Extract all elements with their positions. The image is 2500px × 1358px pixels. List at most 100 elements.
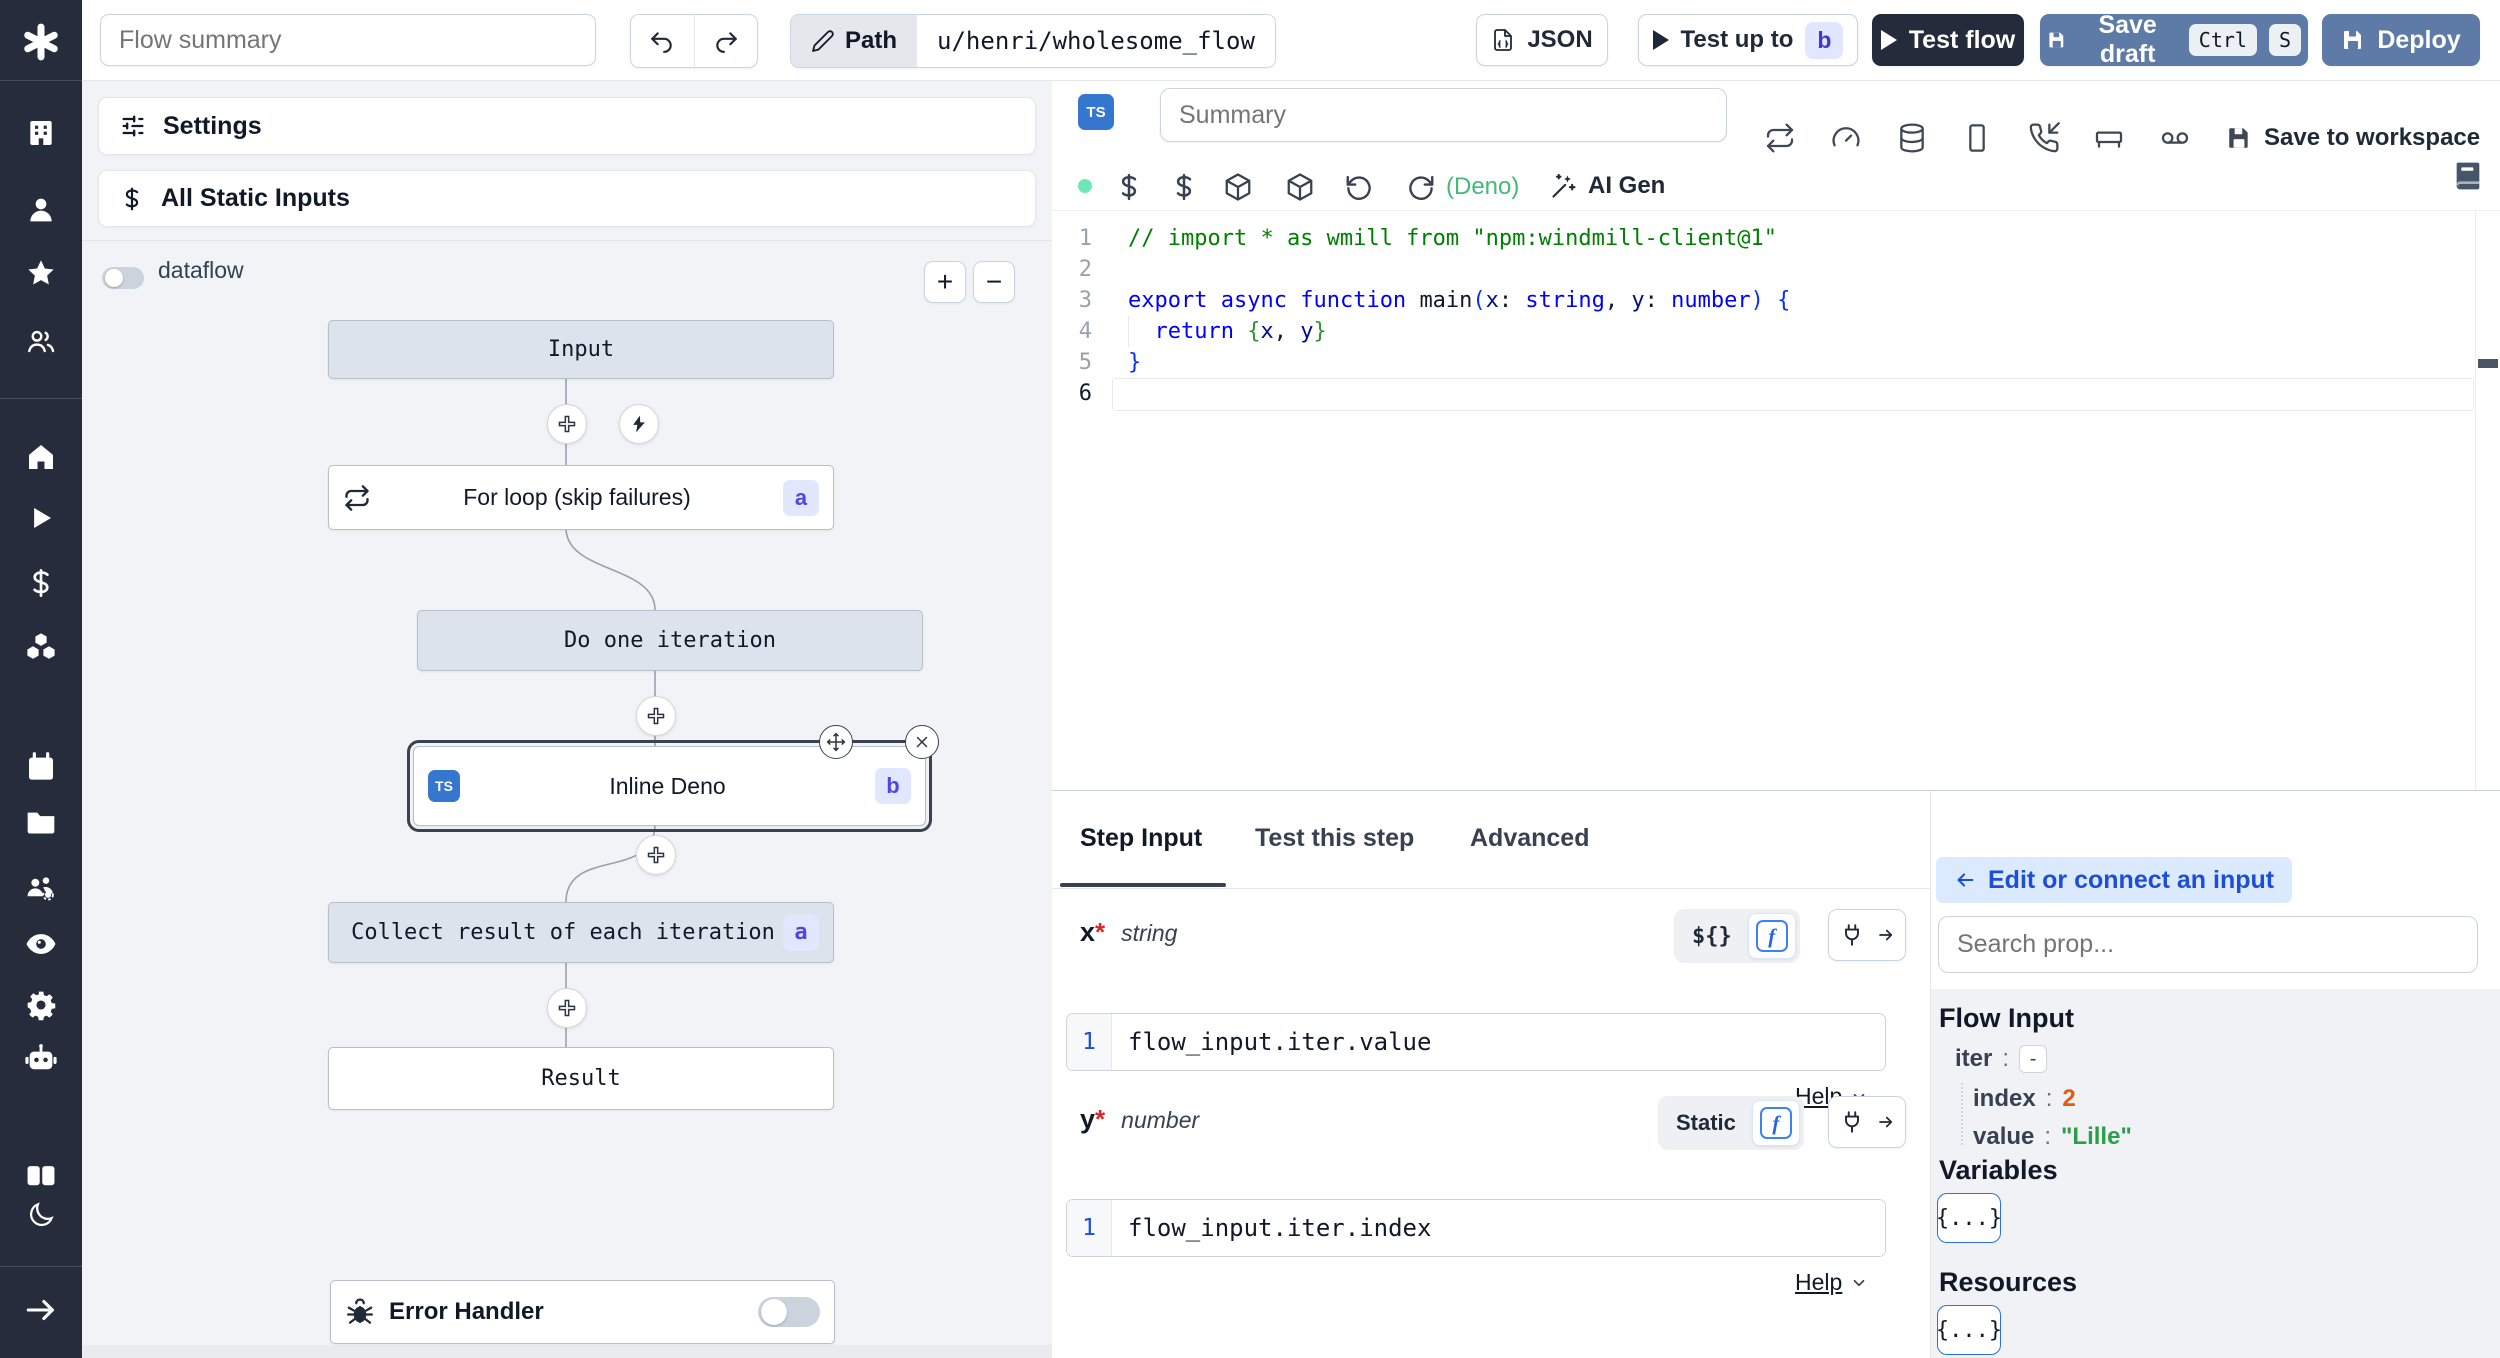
variables-object-button[interactable]: {...} [1936, 1193, 2002, 1243]
deploy-button[interactable]: Deploy [2322, 14, 2480, 66]
user-icon[interactable] [24, 193, 58, 227]
search-prop-input[interactable] [1938, 916, 2478, 973]
schedules-calendar-icon[interactable] [24, 750, 58, 784]
field-type: string [1121, 920, 1178, 946]
add-step-button[interactable] [547, 404, 587, 444]
groups-icon[interactable] [24, 324, 58, 358]
add-trigger-button[interactable] [619, 404, 659, 444]
tab-test-this-step[interactable]: Test this step [1255, 824, 1414, 853]
tree-key[interactable]: index [1973, 1085, 2036, 1113]
y-input-mode-toggle[interactable]: Static f [1658, 1096, 1804, 1150]
error-handler-card[interactable]: Error Handler [330, 1280, 835, 1344]
workers-group-icon[interactable] [24, 870, 58, 904]
runs-play-icon[interactable] [24, 501, 58, 535]
favorites-star-icon[interactable] [24, 256, 58, 290]
node-forloop[interactable]: For loop (skip failures) a [328, 465, 834, 530]
move-step-button[interactable] [819, 725, 853, 759]
runtime-selector[interactable]: (Deno) [1406, 172, 1519, 202]
folders-icon[interactable] [24, 805, 58, 839]
flow-settings-button[interactable]: Settings [98, 97, 1036, 155]
y-expression-editor[interactable]: 1 flow_input.iter.index [1066, 1199, 1886, 1257]
y-expression-value[interactable]: flow_input.iter.index [1112, 1200, 1885, 1256]
cache-database-icon[interactable] [1896, 122, 1928, 154]
x-connect-input-button[interactable] [1828, 909, 1906, 961]
test-flow-button[interactable]: Test flow [1872, 14, 2024, 66]
all-static-inputs-button[interactable]: All Static Inputs [98, 170, 1036, 227]
add-step-button[interactable] [636, 835, 676, 875]
edit-or-connect-button[interactable]: Edit or connect an input [1936, 857, 2293, 903]
y-help-link[interactable]: Help [1795, 1269, 1868, 1296]
node-do-one-iteration[interactable]: Do one iteration [417, 610, 923, 671]
mode-template-option[interactable]: ${} [1678, 924, 1746, 949]
audit-eye-icon[interactable] [24, 927, 58, 961]
x-input-mode-toggle[interactable]: ${} f [1674, 909, 1800, 963]
mode-static-option[interactable]: Static [1662, 1110, 1750, 1136]
sleep-bed-icon[interactable] [2093, 122, 2125, 154]
home-icon[interactable] [24, 440, 58, 474]
json-button[interactable]: JSON [1476, 14, 1608, 66]
save-draft-label: Save draft [2098, 11, 2157, 68]
mock-icon[interactable] [1961, 122, 1993, 154]
test-up-to-button[interactable]: Test up to b [1638, 14, 1858, 66]
mode-javascript-option[interactable]: f [1747, 913, 1796, 959]
tree-row-value[interactable]: value : "Lille" [1973, 1123, 2132, 1151]
dark-mode-moon-icon[interactable] [24, 1198, 58, 1232]
expand-arrow-icon[interactable] [24, 1293, 58, 1327]
resources-boxes-icon[interactable] [24, 629, 58, 663]
windmill-logo-icon[interactable] [19, 20, 63, 64]
path-value[interactable]: u/henri/wholesome_flow [917, 15, 1275, 67]
refresh-icon [1409, 175, 1434, 200]
package-icon[interactable] [1223, 172, 1253, 202]
node-result[interactable]: Result [328, 1047, 834, 1110]
node-collect-result[interactable]: Collect result of each iteration a [328, 902, 834, 963]
x-expression-editor[interactable]: 1 flow_input.iter.value [1066, 1013, 1886, 1071]
step-summary-input[interactable] [1160, 88, 1727, 142]
code-editor[interactable]: 123456 // import * as wmill from "npm:wi… [1052, 210, 2500, 791]
tree-key[interactable]: iter [1955, 1045, 1992, 1073]
tree-key[interactable]: value [1973, 1123, 2034, 1151]
tree-row-iter[interactable]: iter : - [1955, 1045, 2048, 1073]
add-step-button[interactable] [636, 696, 676, 736]
tree-value[interactable]: 2 [2062, 1085, 2075, 1113]
delete-step-button[interactable] [905, 725, 939, 759]
flow-summary-input[interactable] [100, 14, 596, 66]
help-label: Help [1795, 1269, 1843, 1295]
retry-icon[interactable] [1764, 122, 1796, 154]
ai-robot-icon[interactable] [24, 1042, 58, 1076]
path-label: Path [791, 15, 918, 67]
docs-book-icon[interactable] [2452, 160, 2484, 192]
tree-row-index[interactable]: index : 2 [1973, 1085, 2076, 1113]
settings-gear-icon[interactable] [24, 988, 58, 1022]
dollar-tool-icon[interactable] [1114, 172, 1144, 202]
suspend-phone-icon[interactable] [2028, 122, 2060, 154]
save-to-workspace-button[interactable]: Save to workspace [2226, 124, 2480, 152]
redo-button[interactable] [695, 15, 758, 67]
x-expression-value[interactable]: flow_input.iter.value [1112, 1014, 1885, 1070]
dollar-tool-icon[interactable] [1169, 172, 1199, 202]
tab-step-input[interactable]: Step Input [1080, 824, 1202, 853]
docs-book-icon[interactable] [24, 1159, 58, 1193]
tree-value[interactable]: "Lille" [2061, 1123, 2132, 1151]
early-stop-voicemail-icon[interactable] [2159, 122, 2191, 154]
node-inline-deno-selected[interactable]: TS Inline Deno b [407, 725, 939, 832]
workspace-icon[interactable] [24, 116, 58, 150]
y-connect-input-button[interactable] [1828, 1096, 1906, 1148]
undo-button[interactable] [631, 15, 695, 67]
test-up-to-label: Test up to [1680, 26, 1794, 53]
node-input[interactable]: Input [328, 320, 834, 379]
collapse-button[interactable]: - [2019, 1045, 2048, 1073]
ai-gen-button[interactable]: AI Gen [1550, 172, 1665, 200]
step-editor-panel: TS Save to workspace (Deno) AI Gen [1052, 80, 2500, 791]
tab-advanced[interactable]: Advanced [1470, 824, 1589, 853]
add-step-button[interactable] [547, 988, 587, 1028]
save-draft-button[interactable]: Save draft Ctrl S [2040, 11, 2308, 68]
mode-javascript-option[interactable]: f [1751, 1100, 1800, 1146]
error-handler-toggle[interactable] [758, 1297, 820, 1327]
package-icon[interactable] [1285, 172, 1315, 202]
timeout-gauge-icon[interactable] [1830, 122, 1862, 154]
variables-dollar-icon[interactable] [24, 566, 58, 600]
reset-rotate-ccw-icon[interactable] [1344, 172, 1374, 202]
flow-graph-panel: Settings All Static Inputs dataflow + − [82, 80, 1053, 1358]
resources-object-button[interactable]: {...} [1936, 1305, 2002, 1355]
path-field[interactable]: Path u/henri/wholesome_flow [790, 14, 1276, 68]
